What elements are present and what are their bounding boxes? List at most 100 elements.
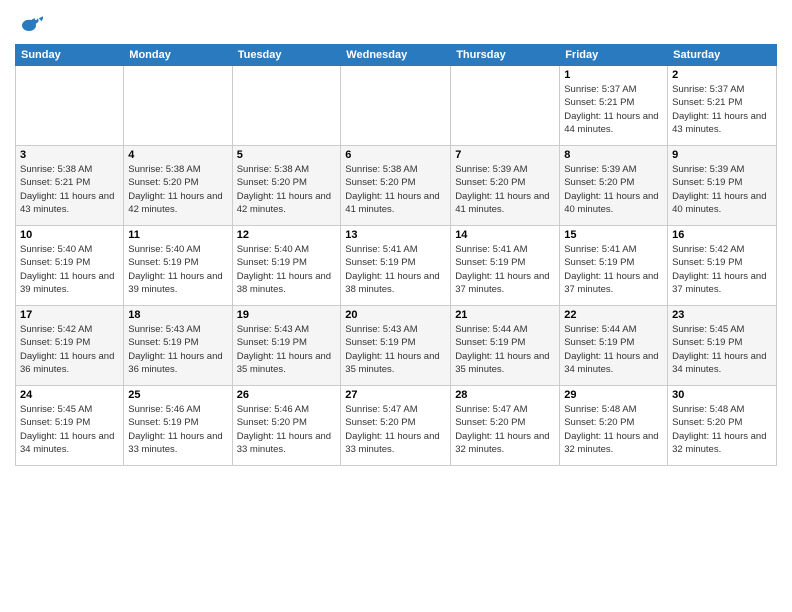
day-number: 20 xyxy=(345,309,446,321)
day-details: Sunrise: 5:45 AM Sunset: 5:19 PM Dayligh… xyxy=(20,403,119,456)
calendar-cell: 29 Sunrise: 5:48 AM Sunset: 5:20 PM Dayli… xyxy=(560,386,668,466)
calendar-cell: 3 Sunrise: 5:38 AM Sunset: 5:21 PM Daylig… xyxy=(16,146,124,226)
day-details: Sunrise: 5:37 AM Sunset: 5:21 PM Dayligh… xyxy=(564,83,663,136)
day-number: 3 xyxy=(20,149,119,161)
day-details: Sunrise: 5:43 AM Sunset: 5:19 PM Dayligh… xyxy=(128,323,227,376)
day-number: 29 xyxy=(564,389,663,401)
calendar-cell: 8 Sunrise: 5:39 AM Sunset: 5:20 PM Daylig… xyxy=(560,146,668,226)
day-number: 23 xyxy=(672,309,772,321)
logo-bird-icon xyxy=(15,10,43,38)
day-details: Sunrise: 5:40 AM Sunset: 5:19 PM Dayligh… xyxy=(128,243,227,296)
calendar-cell: 10Sunrise: 5:40 AM Sunset: 5:19 PM Dayli… xyxy=(16,226,124,306)
day-number: 2 xyxy=(672,69,772,81)
calendar-cell: 19Sunrise: 5:43 AM Sunset: 5:19 PM Dayli… xyxy=(232,306,341,386)
calendar-cell xyxy=(124,66,232,146)
calendar-cell: 2 Sunrise: 5:37 AM Sunset: 5:21 PM Daylig… xyxy=(668,66,777,146)
day-number: 24 xyxy=(20,389,119,401)
weekday-header-monday: Monday xyxy=(124,45,232,66)
calendar-week-4: 17 Sunrise: 5:42 AM Sunset: 5:19 PM Dayli… xyxy=(16,306,777,386)
calendar-cell: 11 Sunrise: 5:40 AM Sunset: 5:19 PM Dayli… xyxy=(124,226,232,306)
day-number: 4 xyxy=(128,149,227,161)
calendar-cell: 1 Sunrise: 5:37 AM Sunset: 5:21 PM Daylig… xyxy=(560,66,668,146)
day-details: Sunrise: 5:44 AM Sunset: 5:19 PM Dayligh… xyxy=(564,323,663,376)
day-number: 13 xyxy=(345,229,446,241)
day-number: 14 xyxy=(455,229,555,241)
calendar-cell xyxy=(451,66,560,146)
calendar-cell: 24 Sunrise: 5:45 AM Sunset: 5:19 PM Dayli… xyxy=(16,386,124,466)
day-details: Sunrise: 5:38 AM Sunset: 5:20 PM Dayligh… xyxy=(237,163,337,216)
day-details: Sunrise: 5:48 AM Sunset: 5:20 PM Dayligh… xyxy=(564,403,663,456)
day-number: 15 xyxy=(564,229,663,241)
calendar-body: 1 Sunrise: 5:37 AM Sunset: 5:21 PM Daylig… xyxy=(16,66,777,466)
day-number: 5 xyxy=(237,149,337,161)
logo xyxy=(15,10,47,38)
calendar-cell xyxy=(232,66,341,146)
calendar-cell: 20 Sunrise: 5:43 AM Sunset: 5:19 PM Dayli… xyxy=(341,306,451,386)
calendar-cell: 21 Sunrise: 5:44 AM Sunset: 5:19 PM Dayli… xyxy=(451,306,560,386)
weekday-header-sunday: Sunday xyxy=(16,45,124,66)
page-container: SundayMondayTuesdayWednesdayThursdayFrid… xyxy=(0,0,792,476)
weekday-header-saturday: Saturday xyxy=(668,45,777,66)
weekday-header-wednesday: Wednesday xyxy=(341,45,451,66)
calendar-cell: 4 Sunrise: 5:38 AM Sunset: 5:20 PM Daylig… xyxy=(124,146,232,226)
day-number: 25 xyxy=(128,389,227,401)
calendar-week-5: 24 Sunrise: 5:45 AM Sunset: 5:19 PM Dayli… xyxy=(16,386,777,466)
calendar-cell: 5 Sunrise: 5:38 AM Sunset: 5:20 PM Daylig… xyxy=(232,146,341,226)
day-details: Sunrise: 5:45 AM Sunset: 5:19 PM Dayligh… xyxy=(672,323,772,376)
day-details: Sunrise: 5:48 AM Sunset: 5:20 PM Dayligh… xyxy=(672,403,772,456)
weekday-header-tuesday: Tuesday xyxy=(232,45,341,66)
day-details: Sunrise: 5:47 AM Sunset: 5:20 PM Dayligh… xyxy=(455,403,555,456)
day-number: 17 xyxy=(20,309,119,321)
calendar-cell xyxy=(341,66,451,146)
day-number: 28 xyxy=(455,389,555,401)
calendar-cell: 12Sunrise: 5:40 AM Sunset: 5:19 PM Dayli… xyxy=(232,226,341,306)
day-number: 1 xyxy=(564,69,663,81)
day-details: Sunrise: 5:42 AM Sunset: 5:19 PM Dayligh… xyxy=(20,323,119,376)
calendar-table: SundayMondayTuesdayWednesdayThursdayFrid… xyxy=(15,44,777,466)
day-number: 19 xyxy=(237,309,337,321)
weekday-header-thursday: Thursday xyxy=(451,45,560,66)
weekday-header-friday: Friday xyxy=(560,45,668,66)
day-number: 8 xyxy=(564,149,663,161)
day-details: Sunrise: 5:38 AM Sunset: 5:21 PM Dayligh… xyxy=(20,163,119,216)
day-number: 7 xyxy=(455,149,555,161)
day-number: 27 xyxy=(345,389,446,401)
day-details: Sunrise: 5:37 AM Sunset: 5:21 PM Dayligh… xyxy=(672,83,772,136)
day-number: 22 xyxy=(564,309,663,321)
day-number: 11 xyxy=(128,229,227,241)
calendar-cell xyxy=(16,66,124,146)
calendar-cell: 17 Sunrise: 5:42 AM Sunset: 5:19 PM Dayli… xyxy=(16,306,124,386)
calendar-cell: 27 Sunrise: 5:47 AM Sunset: 5:20 PM Dayli… xyxy=(341,386,451,466)
day-details: Sunrise: 5:44 AM Sunset: 5:19 PM Dayligh… xyxy=(455,323,555,376)
weekday-header-row: SundayMondayTuesdayWednesdayThursdayFrid… xyxy=(16,45,777,66)
day-number: 30 xyxy=(672,389,772,401)
day-details: Sunrise: 5:41 AM Sunset: 5:19 PM Dayligh… xyxy=(345,243,446,296)
day-number: 21 xyxy=(455,309,555,321)
calendar-week-2: 3 Sunrise: 5:38 AM Sunset: 5:21 PM Daylig… xyxy=(16,146,777,226)
page-header xyxy=(15,10,777,38)
calendar-cell: 18 Sunrise: 5:43 AM Sunset: 5:19 PM Dayli… xyxy=(124,306,232,386)
day-details: Sunrise: 5:47 AM Sunset: 5:20 PM Dayligh… xyxy=(345,403,446,456)
calendar-cell: 6 Sunrise: 5:38 AM Sunset: 5:20 PM Daylig… xyxy=(341,146,451,226)
day-details: Sunrise: 5:41 AM Sunset: 5:19 PM Dayligh… xyxy=(564,243,663,296)
day-number: 18 xyxy=(128,309,227,321)
calendar-cell: 14Sunrise: 5:41 AM Sunset: 5:19 PM Dayli… xyxy=(451,226,560,306)
calendar-week-1: 1 Sunrise: 5:37 AM Sunset: 5:21 PM Daylig… xyxy=(16,66,777,146)
day-number: 16 xyxy=(672,229,772,241)
day-details: Sunrise: 5:38 AM Sunset: 5:20 PM Dayligh… xyxy=(128,163,227,216)
day-details: Sunrise: 5:40 AM Sunset: 5:19 PM Dayligh… xyxy=(20,243,119,296)
calendar-cell: 23 Sunrise: 5:45 AM Sunset: 5:19 PM Dayli… xyxy=(668,306,777,386)
day-number: 6 xyxy=(345,149,446,161)
day-details: Sunrise: 5:38 AM Sunset: 5:20 PM Dayligh… xyxy=(345,163,446,216)
day-details: Sunrise: 5:39 AM Sunset: 5:19 PM Dayligh… xyxy=(672,163,772,216)
day-details: Sunrise: 5:39 AM Sunset: 5:20 PM Dayligh… xyxy=(455,163,555,216)
day-details: Sunrise: 5:43 AM Sunset: 5:19 PM Dayligh… xyxy=(345,323,446,376)
calendar-cell: 7 Sunrise: 5:39 AM Sunset: 5:20 PM Daylig… xyxy=(451,146,560,226)
calendar-cell: 16 Sunrise: 5:42 AM Sunset: 5:19 PM Dayli… xyxy=(668,226,777,306)
calendar-cell: 9 Sunrise: 5:39 AM Sunset: 5:19 PM Daylig… xyxy=(668,146,777,226)
calendar-cell: 28 Sunrise: 5:47 AM Sunset: 5:20 PM Dayli… xyxy=(451,386,560,466)
day-details: Sunrise: 5:42 AM Sunset: 5:19 PM Dayligh… xyxy=(672,243,772,296)
day-details: Sunrise: 5:46 AM Sunset: 5:19 PM Dayligh… xyxy=(128,403,227,456)
day-details: Sunrise: 5:39 AM Sunset: 5:20 PM Dayligh… xyxy=(564,163,663,216)
day-number: 9 xyxy=(672,149,772,161)
